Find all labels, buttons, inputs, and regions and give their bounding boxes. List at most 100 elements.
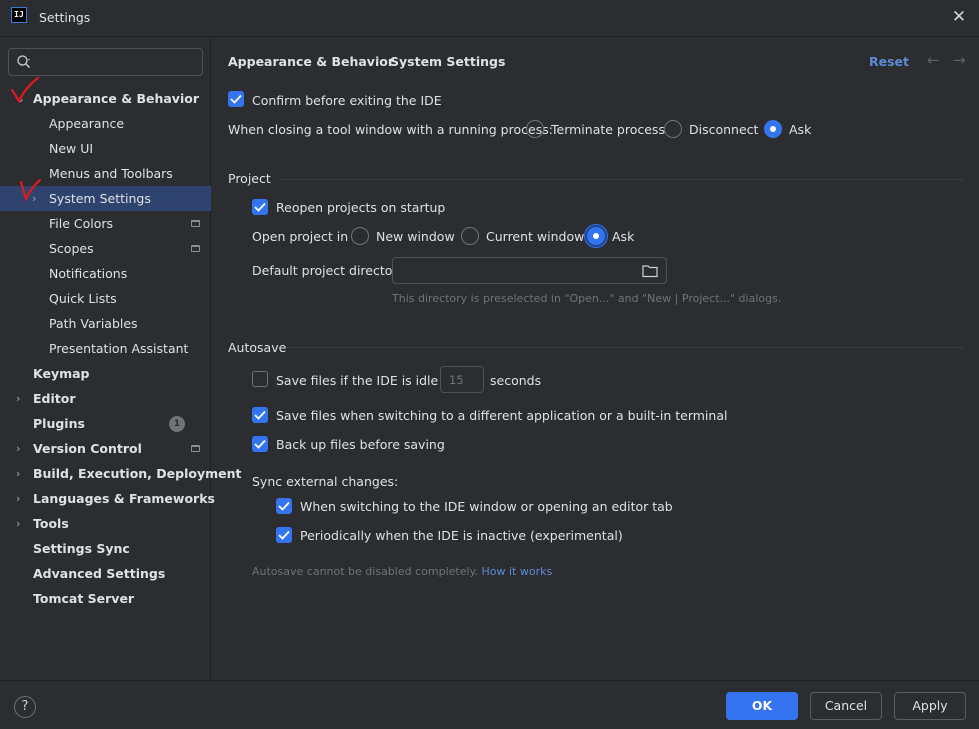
terminate-process-radio[interactable] [526, 120, 544, 138]
sidebar-item-advanced-settings[interactable]: Advanced Settings [0, 561, 211, 586]
default-project-dir-hint: This directory is preselected in "Open..… [392, 292, 782, 305]
open-ask-label: Ask [612, 229, 635, 244]
sidebar-item-label: Advanced Settings [33, 566, 166, 581]
save-idle-checkbox[interactable] [252, 371, 268, 387]
closing-tool-window-label: When closing a tool window with a runnin… [228, 122, 553, 137]
project-scope-icon [191, 445, 200, 452]
seconds-label: seconds [490, 373, 542, 388]
sidebar-item-label: Appearance & Behavior [33, 91, 199, 106]
chevron-right-icon[interactable]: › [16, 386, 26, 411]
autosave-note: Autosave cannot be disabled completely. … [252, 565, 552, 578]
sidebar-item-path-variables[interactable]: Path Variables [0, 311, 211, 336]
reset-link[interactable]: Reset [869, 54, 909, 69]
closing-ask-radio[interactable] [764, 120, 782, 138]
apply-button[interactable]: Apply [894, 692, 966, 720]
confirm-exit-checkbox[interactable] [228, 91, 244, 107]
sync-on-switch-label: When switching to the IDE window or open… [300, 499, 673, 514]
sidebar-item-label: Presentation Assistant [49, 341, 189, 356]
how-it-works-link[interactable]: How it works [481, 565, 552, 578]
ok-button[interactable]: OK [726, 692, 798, 720]
sidebar-item-label: Tomcat Server [33, 591, 135, 606]
default-project-dir-input[interactable] [392, 257, 667, 284]
sidebar-item-label: Version Control [33, 441, 142, 456]
chevron-right-icon[interactable]: › [16, 486, 26, 511]
sidebar-item-label: Keymap [33, 366, 90, 381]
reopen-projects-checkbox[interactable] [252, 199, 268, 215]
folder-icon[interactable] [642, 264, 658, 278]
forward-arrow-icon[interactable]: → [953, 51, 966, 69]
sidebar-item-label: Editor [33, 391, 76, 406]
app-icon: IJ [11, 7, 27, 23]
sidebar-item-build-execution-deployment[interactable]: › Build, Execution, Deployment [0, 461, 241, 486]
sidebar-item-settings-sync[interactable]: Settings Sync [0, 536, 211, 561]
closing-ask-label: Ask [789, 122, 812, 137]
sidebar-item-label: Plugins [33, 416, 85, 431]
title-bar: IJ Settings ✕ [0, 0, 979, 37]
sidebar-item-tools[interactable]: › Tools [0, 511, 211, 536]
sidebar-item-quick-lists[interactable]: Quick Lists [0, 286, 211, 311]
back-arrow-icon[interactable]: ← [927, 51, 940, 69]
autosave-section-title: Autosave [228, 340, 287, 355]
new-window-radio[interactable] [351, 227, 369, 245]
chevron-right-icon[interactable]: › [16, 436, 26, 461]
sidebar-item-label: Languages & Frameworks [33, 491, 215, 506]
backup-files-label: Back up files before saving [276, 437, 445, 452]
sidebar-item-label: Notifications [49, 266, 128, 281]
sidebar-item-editor[interactable]: › Editor [0, 386, 211, 411]
project-scope-icon [191, 220, 200, 227]
sidebar-item-version-control[interactable]: › Version Control [0, 436, 211, 461]
settings-content: Appearance & Behavior › System Settings … [212, 38, 979, 680]
sidebar-item-notifications[interactable]: Notifications [0, 261, 211, 286]
breadcrumb-separator-icon: › [375, 52, 380, 66]
sidebar-item-label: Tools [33, 516, 69, 531]
sidebar-item-label: Settings Sync [33, 541, 130, 556]
sidebar-item-file-colors[interactable]: File Colors [0, 211, 211, 236]
settings-sidebar: ⌄ Appearance & Behavior Appearance New UI Me… [0, 38, 241, 680]
project-scope-icon [191, 245, 200, 252]
breadcrumb-parent[interactable]: Appearance & Behavior [228, 54, 394, 69]
disconnect-radio[interactable] [664, 120, 682, 138]
sidebar-item-keymap[interactable]: Keymap [0, 361, 211, 386]
sidebar-item-appearance[interactable]: Appearance [0, 111, 211, 136]
terminate-process-label: Terminate process [551, 122, 665, 137]
sidebar-item-label: New UI [49, 141, 94, 156]
save-on-switch-checkbox[interactable] [252, 407, 268, 423]
sidebar-item-languages-frameworks[interactable]: › Languages & Frameworks [0, 486, 215, 511]
cancel-button[interactable]: Cancel [810, 692, 882, 720]
sync-periodic-checkbox[interactable] [276, 527, 292, 543]
chevron-right-icon[interactable]: › [16, 511, 26, 536]
project-section-title: Project [228, 171, 271, 186]
window-title: Settings [39, 10, 91, 25]
sync-periodic-label: Periodically when the IDE is inactive (e… [300, 528, 623, 543]
sidebar-item-label: Scopes [49, 241, 94, 256]
sidebar-item-label: Path Variables [49, 316, 138, 331]
close-icon[interactable]: ✕ [947, 5, 971, 29]
save-idle-label: Save files if the IDE is idle for [276, 373, 460, 388]
reopen-projects-label: Reopen projects on startup [276, 200, 446, 215]
autosave-divider [286, 347, 964, 348]
chevron-right-icon[interactable]: › [16, 461, 26, 486]
sidebar-item-label: Appearance [49, 116, 125, 131]
breadcrumb-current: System Settings [390, 54, 506, 69]
idle-seconds-input[interactable]: 15 [440, 366, 484, 393]
sidebar-item-scopes[interactable]: Scopes [0, 236, 211, 261]
search-icon [17, 55, 30, 68]
backup-files-checkbox[interactable] [252, 436, 268, 452]
sync-on-switch-checkbox[interactable] [276, 498, 292, 514]
search-input[interactable] [8, 48, 203, 76]
sync-external-label: Sync external changes: [252, 474, 399, 489]
sidebar-item-plugins[interactable]: Plugins 1 [0, 411, 211, 436]
sidebar-item-presentation-assistant[interactable]: Presentation Assistant [0, 336, 211, 361]
project-divider [280, 179, 964, 180]
default-project-dir-label: Default project directory: [252, 263, 409, 278]
current-window-label: Current window [486, 229, 585, 244]
update-count-badge: 1 [169, 416, 185, 432]
annotation-check-mark-1 [10, 76, 40, 104]
current-window-radio[interactable] [461, 227, 479, 245]
help-icon[interactable]: ? [14, 696, 36, 718]
sidebar-item-label: System Settings [49, 191, 151, 206]
sidebar-item-new-ui[interactable]: New UI [0, 136, 211, 161]
open-ask-radio[interactable] [587, 227, 605, 245]
sidebar-item-tomcat-server[interactable]: Tomcat Server [0, 586, 211, 611]
dialog-footer: ? OK Cancel Apply [0, 680, 979, 729]
